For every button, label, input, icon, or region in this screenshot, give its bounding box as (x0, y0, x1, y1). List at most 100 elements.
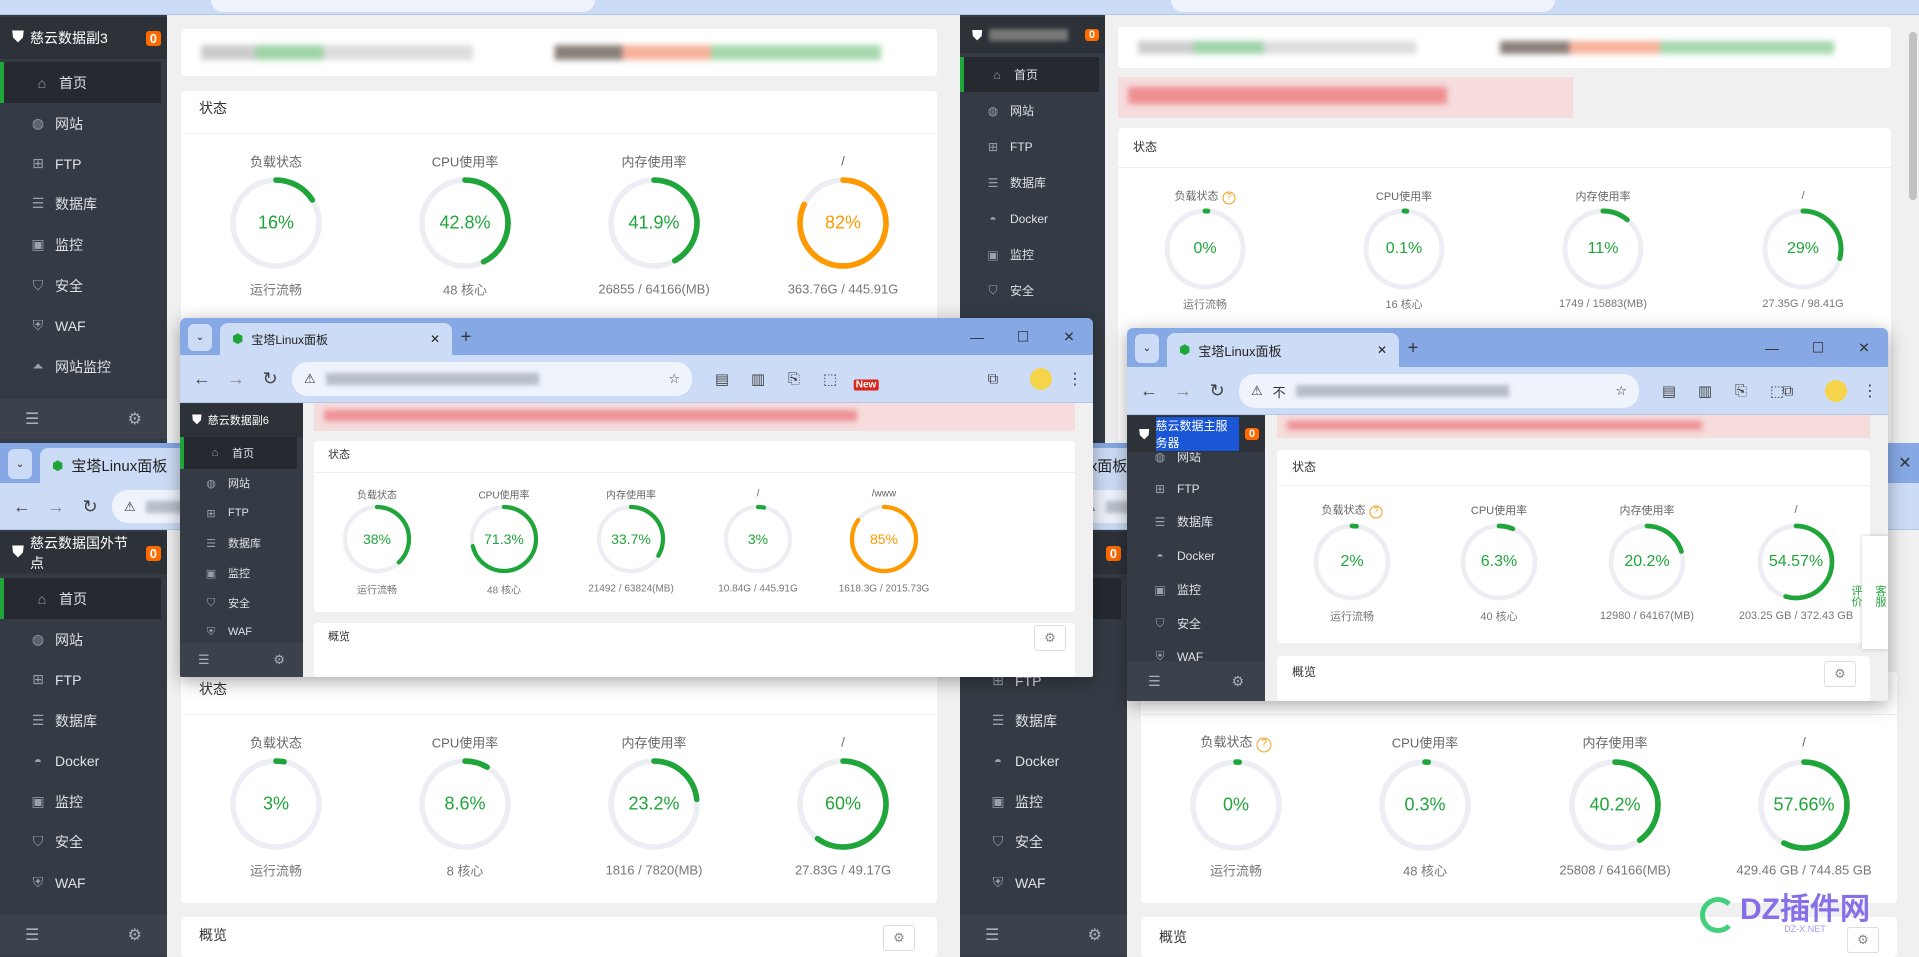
close-window-button[interactable]: ✕ (1858, 339, 1870, 356)
sidebar-item-monitor[interactable]: ▣ 监控 (1127, 572, 1259, 607)
settings-gear-icon[interactable]: ⚙ (128, 409, 142, 429)
minimize-button[interactable]: — (970, 329, 984, 345)
sidebar-item-ftp[interactable]: ⊞ FTP (180, 497, 297, 529)
sidebar-item-ftp[interactable]: ⊞ FTP (1127, 471, 1259, 506)
close-window-button[interactable]: ✕ (1063, 328, 1075, 345)
tab-search-button[interactable]: ⌄ (8, 449, 32, 479)
tab-search-button[interactable]: ⌄ (188, 324, 212, 351)
extension-icon[interactable]: ⎘ (1735, 383, 1747, 400)
customer-service-button[interactable]: 客服 (1872, 585, 1888, 607)
back-button[interactable]: ← (1140, 381, 1158, 402)
sidebar-item-ftp[interactable]: ⊞ FTP (0, 143, 161, 184)
notification-badge[interactable]: 0 (145, 30, 161, 46)
extension-icon[interactable]: ▥ (751, 370, 765, 388)
notification-badge[interactable]: 0 (1105, 545, 1121, 561)
sidebar-item-monitor[interactable]: ▣ 监控 (0, 224, 161, 265)
forward-button[interactable]: → (47, 496, 65, 517)
sidebar-item-home[interactable]: ⌂ 首页 (0, 578, 161, 619)
sidebar-item-security[interactable]: ⛉ 安全 (0, 265, 161, 306)
tab-close-icon[interactable]: ✕ (430, 332, 440, 346)
sidebar-item-home[interactable]: ⌂ 首页 (180, 437, 297, 469)
sidebar-item-database[interactable]: ☰ 数据库 (1127, 504, 1259, 539)
sidebar-item-site-monitor[interactable]: ⏶ 网站监控 (0, 346, 161, 387)
sidebar-item-website[interactable]: ◍ 网站 (960, 93, 1099, 128)
extension-icon[interactable]: ▥ (1698, 382, 1712, 400)
help-icon[interactable]: ? (1256, 737, 1272, 753)
sidebar-item-waf[interactable]: ⛨ WAF (0, 862, 161, 903)
extension-icon[interactable]: ▤ (1662, 382, 1676, 400)
help-icon[interactable]: ? (1222, 191, 1236, 205)
sidebar-item-docker[interactable]: ◓ Docker (960, 740, 1121, 781)
browser-tab[interactable]: ⬢ 宝塔Linux面板 ✕ (220, 323, 452, 355)
collapse-menu-icon[interactable]: ☰ (25, 925, 39, 945)
sidebar-item-security[interactable]: ⛉ 安全 (0, 821, 161, 862)
sidebar-item-ftp[interactable]: ⊞ FTP (960, 129, 1099, 164)
extensions-puzzle-icon[interactable]: ⧉ (988, 371, 999, 388)
extension-icon[interactable]: ▤ (715, 370, 729, 388)
sidebar-item-website[interactable]: ◍ 网站 (0, 619, 161, 660)
settings-gear-icon[interactable]: ⚙ (1088, 925, 1102, 945)
bookmark-star-icon[interactable]: ☆ (668, 371, 680, 387)
profile-avatar[interactable] (1825, 380, 1847, 402)
sidebar-item-waf[interactable]: ⛨ WAF (960, 862, 1121, 903)
sidebar-item-docker[interactable]: ◓ Docker (960, 201, 1099, 236)
maximize-button[interactable]: ☐ (1812, 339, 1825, 356)
sidebar-item-security[interactable]: ⛉ 安全 (960, 273, 1099, 308)
profile-avatar[interactable] (1030, 368, 1052, 390)
address-bar[interactable] (1171, 0, 1555, 12)
overview-settings-button[interactable]: ⚙ (1034, 625, 1066, 651)
sidebar-item-ftp[interactable]: ⊞ FTP (0, 659, 161, 700)
sidebar-item-database[interactable]: ☰ 数据库 (180, 527, 297, 559)
settings-gear-icon[interactable]: ⚙ (1231, 673, 1244, 690)
address-bar[interactable]: ⚠ 不 ☆ (1239, 374, 1639, 408)
collapse-menu-icon[interactable]: ☰ (198, 652, 210, 668)
tab-close-icon[interactable]: ✕ (1377, 343, 1387, 357)
sidebar-item-monitor[interactable]: ▣ 监控 (960, 781, 1121, 822)
sidebar-item-database[interactable]: ☰ 数据库 (0, 183, 161, 224)
sidebar-item-docker[interactable]: ◓ Docker (0, 740, 161, 781)
collapse-menu-icon[interactable]: ☰ (1148, 673, 1161, 690)
review-button[interactable]: 评价 (1848, 585, 1864, 607)
extension-icon[interactable]: ⬚ (823, 370, 837, 388)
overview-settings-button[interactable]: ⚙ (883, 925, 915, 951)
sidebar-item-website[interactable]: ◍ 网站 (0, 103, 161, 144)
sidebar-item-monitor[interactable]: ▣ 监控 (180, 557, 297, 589)
sidebar-item-waf[interactable]: ⛨ WAF (0, 305, 161, 346)
close-window-button[interactable]: ✕ (1898, 453, 1911, 473)
overview-settings-button[interactable]: ⚙ (1824, 661, 1856, 687)
scrollbar-thumb[interactable] (1909, 32, 1917, 200)
address-bar[interactable]: ⚠☆ (292, 362, 692, 396)
collapse-menu-icon[interactable]: ☰ (25, 409, 39, 429)
sidebar-item-security[interactable]: ⛉ 安全 (960, 821, 1121, 862)
browser-menu-icon[interactable]: ⋮ (1862, 381, 1878, 401)
forward-button[interactable]: → (1174, 381, 1192, 402)
back-button[interactable]: ← (13, 496, 31, 517)
bookmark-star-icon[interactable]: ☆ (1615, 383, 1627, 399)
reload-button[interactable]: ↻ (262, 369, 277, 390)
help-icon[interactable]: ? (1369, 505, 1383, 519)
new-tab-button[interactable]: + (1408, 337, 1419, 358)
browser-tab[interactable]: ⬢ 宝塔Linux面板 ✕ (1167, 333, 1399, 367)
sidebar-item-home[interactable]: ⌂ 首页 (960, 57, 1099, 92)
new-tab-button[interactable]: + (461, 326, 472, 347)
notification-badge[interactable]: 0 (1084, 29, 1099, 41)
reload-button[interactable]: ↻ (1209, 381, 1224, 402)
extension-icon[interactable]: ⎘ (788, 371, 800, 388)
notification-badge[interactable]: 0 (1244, 428, 1259, 440)
forward-button[interactable]: → (227, 369, 245, 390)
browser-menu-icon[interactable]: ⋮ (1067, 369, 1083, 389)
extensions-puzzle-icon[interactable]: ⧉ (1783, 383, 1794, 400)
sidebar-item-database[interactable]: ☰ 数据库 (0, 700, 161, 741)
sidebar-item-monitor[interactable]: ▣ 监控 (0, 781, 161, 822)
sidebar-item-security[interactable]: ⛉ 安全 (180, 587, 297, 619)
sidebar-item-website[interactable]: ◍ 网站 (180, 467, 297, 499)
settings-gear-icon[interactable]: ⚙ (273, 652, 285, 668)
maximize-button[interactable]: ☐ (1017, 328, 1030, 345)
collapse-menu-icon[interactable]: ☰ (985, 925, 999, 945)
sidebar-item-database[interactable]: ☰ 数据库 (960, 165, 1099, 200)
sidebar-item-database[interactable]: ☰ 数据库 (960, 700, 1121, 741)
settings-gear-icon[interactable]: ⚙ (128, 925, 142, 945)
tab-search-button[interactable]: ⌄ (1135, 334, 1159, 363)
sidebar-item-security[interactable]: ⛉ 安全 (1127, 606, 1259, 641)
sidebar-item-docker[interactable]: ◓ Docker (1127, 538, 1259, 573)
